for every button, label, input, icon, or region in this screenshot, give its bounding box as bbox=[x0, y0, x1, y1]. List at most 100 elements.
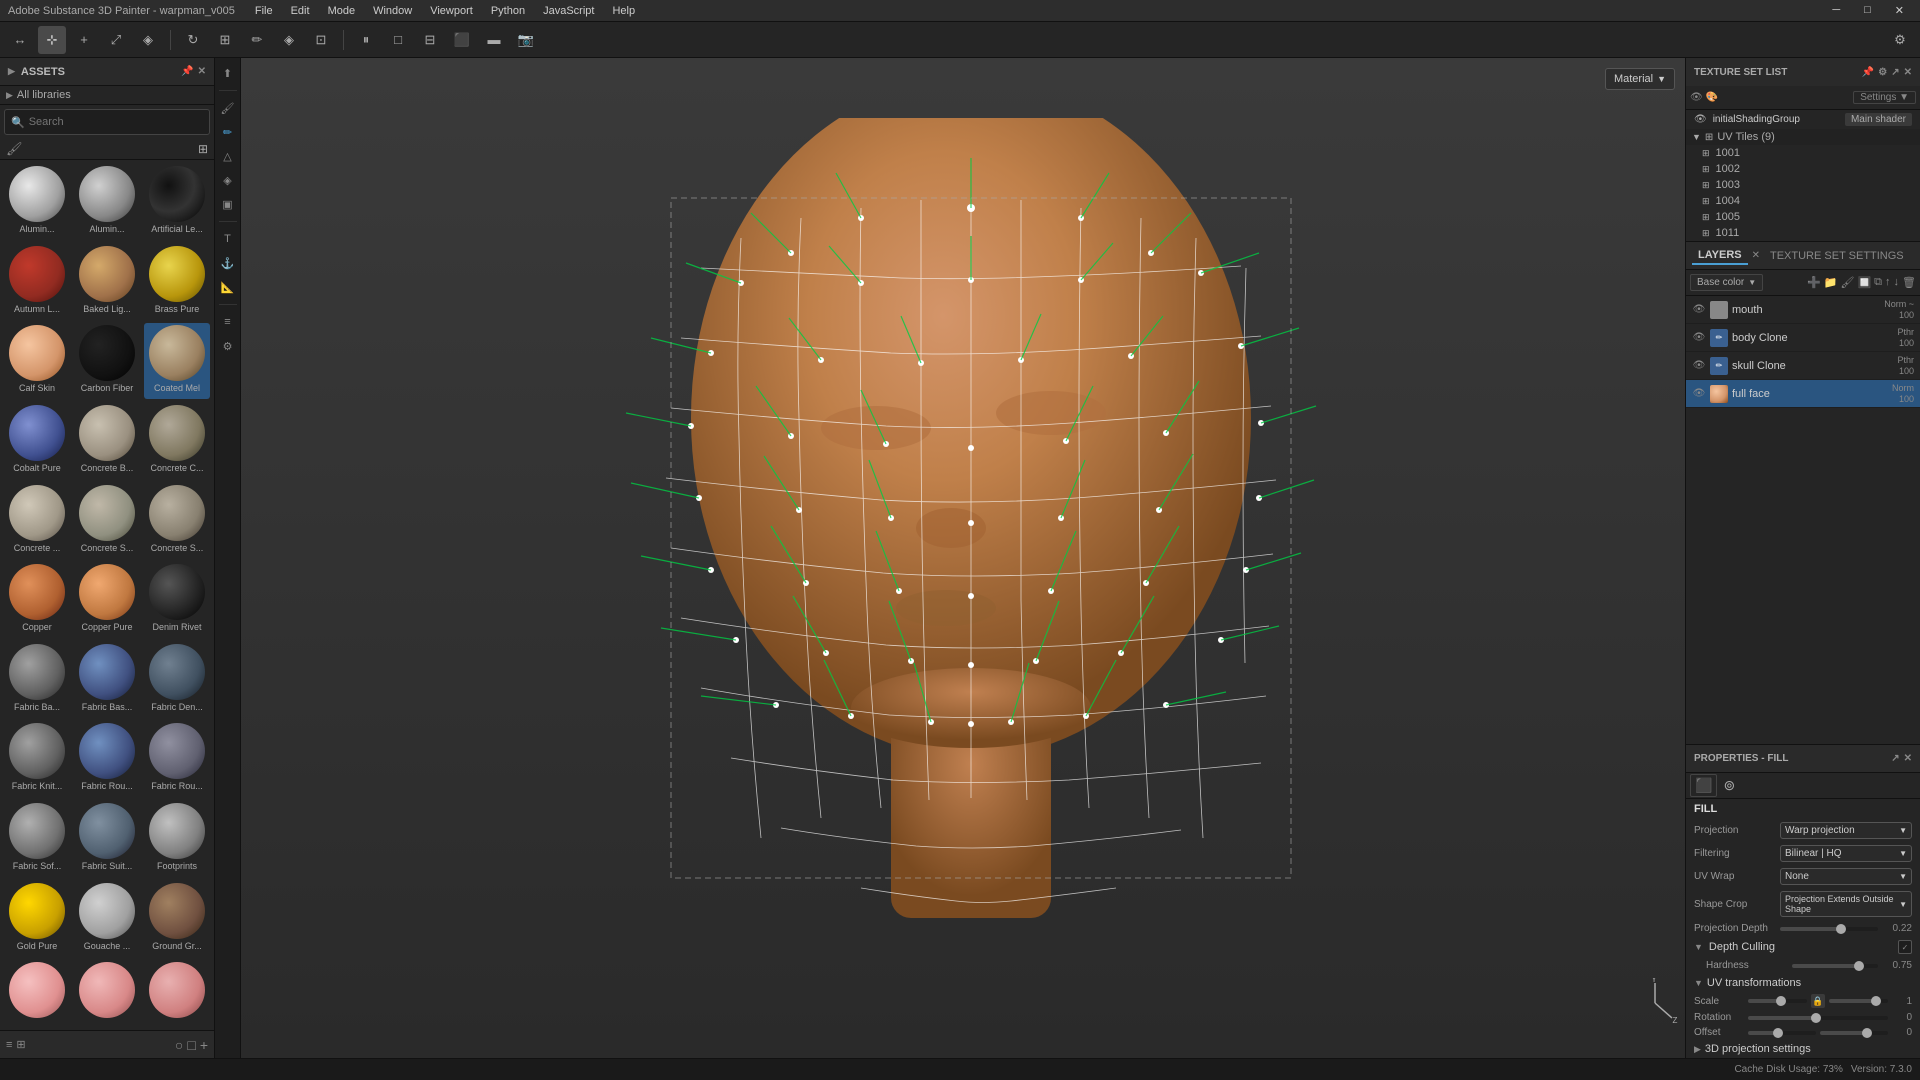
fill-tab-material[interactable]: ⬛ bbox=[1690, 774, 1717, 797]
material-item[interactable] bbox=[74, 960, 140, 1026]
tool-warp[interactable]: ⤢ bbox=[102, 26, 130, 54]
layer-skull-clone[interactable]: 👁 ✏ skull Clone Pthr 100 bbox=[1686, 352, 1920, 380]
tool-add[interactable]: + bbox=[70, 26, 98, 54]
material-item[interactable]: Copper bbox=[4, 562, 70, 638]
material-item-coatedmel[interactable]: Coated Mel bbox=[144, 323, 210, 399]
layer-down-icon[interactable]: ↓ bbox=[1894, 276, 1900, 289]
material-item[interactable] bbox=[4, 960, 70, 1026]
rotation-slider[interactable] bbox=[1748, 1016, 1888, 1020]
material-item[interactable]: Brass Pure bbox=[144, 244, 210, 320]
strip-anchor[interactable]: ⚓ bbox=[217, 252, 239, 274]
layer-folder-icon[interactable]: 📁 bbox=[1824, 276, 1838, 289]
material-item[interactable]: Concrete S... bbox=[74, 483, 140, 559]
strip-import[interactable]: ⬆ bbox=[217, 62, 239, 84]
material-item[interactable]: Concrete S... bbox=[144, 483, 210, 559]
scale-slider-y[interactable] bbox=[1829, 999, 1888, 1003]
material-item[interactable]: Cobalt Pure bbox=[4, 403, 70, 479]
material-item[interactable]: Fabric Ba... bbox=[4, 642, 70, 718]
menu-window[interactable]: Window bbox=[365, 3, 420, 19]
tool-settings[interactable]: ⚙ bbox=[1886, 26, 1914, 54]
assets-circle-view[interactable]: ○ bbox=[175, 1037, 183, 1053]
layer-fullface-eye[interactable]: 👁 bbox=[1692, 387, 1706, 401]
tsl-pin[interactable]: 📌 bbox=[1862, 67, 1874, 78]
material-item[interactable]: Artificial Le... bbox=[144, 164, 210, 240]
assets-list-view[interactable]: ≡ bbox=[6, 1039, 12, 1051]
menu-viewport[interactable]: Viewport bbox=[422, 3, 481, 19]
strip-text[interactable]: T bbox=[217, 228, 239, 250]
menu-edit[interactable]: Edit bbox=[283, 3, 318, 19]
material-item[interactable]: Fabric Rou... bbox=[144, 721, 210, 797]
material-item[interactable]: Alumin... bbox=[4, 164, 70, 240]
material-item[interactable]: Carbon Fiber bbox=[74, 323, 140, 399]
layer-delete-icon[interactable]: 🗑 bbox=[1902, 276, 1916, 289]
material-item[interactable]: Ground Gr... bbox=[144, 881, 210, 957]
material-item[interactable]: Fabric Rou... bbox=[74, 721, 140, 797]
uvwrap-dropdown[interactable]: None ▼ bbox=[1780, 868, 1912, 885]
assets-grid-view[interactable]: ⊞ bbox=[16, 1038, 25, 1051]
scale-lock[interactable]: 🔒 bbox=[1811, 994, 1825, 1008]
material-item[interactable]: Fabric Knit... bbox=[4, 721, 70, 797]
tsl-tile-1004[interactable]: ⊞ 1004 bbox=[1686, 193, 1920, 209]
strip-measure[interactable]: 📐 bbox=[217, 276, 239, 298]
strip-paint[interactable]: 🖌 bbox=[217, 97, 239, 119]
material-item[interactable]: Concrete ... bbox=[4, 483, 70, 559]
tool-paint[interactable]: ✏ bbox=[243, 26, 271, 54]
material-item[interactable]: Fabric Sof... bbox=[4, 801, 70, 877]
tool-erase[interactable]: ◈ bbox=[275, 26, 303, 54]
assets-icon-1[interactable]: 🖌 bbox=[6, 141, 23, 157]
material-item[interactable]: Denim Rivet bbox=[144, 562, 210, 638]
material-item[interactable]: Autumn L... bbox=[4, 244, 70, 320]
strip-smudge[interactable]: △ bbox=[217, 145, 239, 167]
tool-rotate[interactable]: ↻ bbox=[179, 26, 207, 54]
tool-something[interactable]: ◈ bbox=[134, 26, 162, 54]
tool-bake[interactable]: ⊡ bbox=[307, 26, 335, 54]
grid-view-icon[interactable]: ⊞ bbox=[198, 142, 208, 156]
projdepth-slider[interactable] bbox=[1780, 927, 1878, 931]
tool-select[interactable]: ↔ bbox=[6, 26, 34, 54]
layer-body-clone[interactable]: 👁 ✏ body Clone Pthr 100 bbox=[1686, 324, 1920, 352]
layer-full-face[interactable]: 👁 full face Norm 100 bbox=[1686, 380, 1920, 408]
tsl-settings[interactable]: ⚙ bbox=[1878, 67, 1887, 78]
layer-body-eye[interactable]: 👁 bbox=[1692, 331, 1706, 345]
material-item[interactable]: Calf Skin bbox=[4, 323, 70, 399]
menu-mode[interactable]: Mode bbox=[320, 3, 364, 19]
window-maximize[interactable]: □ bbox=[1856, 2, 1879, 19]
menu-file[interactable]: File bbox=[247, 3, 281, 19]
tsl-tile-1002[interactable]: ⊞ 1002 bbox=[1686, 161, 1920, 177]
material-item[interactable]: Fabric Suit... bbox=[74, 801, 140, 877]
layer-skull-eye[interactable]: 👁 bbox=[1692, 359, 1706, 373]
settings-label[interactable]: Settings ▼ bbox=[1853, 91, 1916, 104]
projection-dropdown[interactable]: Warp projection ▼ bbox=[1780, 822, 1912, 839]
menu-help[interactable]: Help bbox=[604, 3, 643, 19]
strip-fill[interactable]: ▣ bbox=[217, 193, 239, 215]
fill-tab-other[interactable]: ⊚ bbox=[1719, 775, 1739, 796]
tsl-uv-section[interactable]: ▼ ⊞ UV Tiles (9) bbox=[1686, 129, 1920, 145]
assets-expand-icon[interactable]: ▶ bbox=[8, 66, 15, 77]
tool-layer[interactable]: ⊟ bbox=[416, 26, 444, 54]
filtering-dropdown[interactable]: Bilinear | HQ ▼ bbox=[1780, 845, 1912, 862]
offset-slider-y[interactable] bbox=[1820, 1031, 1888, 1035]
filter-expand[interactable]: ▶ bbox=[6, 90, 13, 101]
tss-close-icon[interactable]: ✕ bbox=[1752, 250, 1760, 261]
tsl-tile-1005[interactable]: ⊞ 1005 bbox=[1686, 209, 1920, 225]
strip-clone[interactable]: ◈ bbox=[217, 169, 239, 191]
strip-props[interactable]: ⚙ bbox=[217, 335, 239, 357]
tool-3d[interactable]: ⬛ bbox=[448, 26, 476, 54]
shapecrop-dropdown[interactable]: Projection Extends Outside Shape ▼ bbox=[1780, 891, 1912, 917]
tool-2d[interactable]: ▬ bbox=[480, 26, 508, 54]
layers-tab-active[interactable]: LAYERS bbox=[1692, 247, 1748, 265]
tool-camera[interactable]: 📷 bbox=[512, 26, 540, 54]
tsl-eye-icon[interactable]: 👁 bbox=[1690, 92, 1703, 103]
material-item[interactable]: Copper Pure bbox=[74, 562, 140, 638]
layer-paint-icon[interactable]: 🖌 bbox=[1841, 276, 1855, 289]
material-item[interactable]: Concrete B... bbox=[74, 403, 140, 479]
strip-layers[interactable]: ≡ bbox=[217, 311, 239, 333]
assets-close-icon[interactable]: ✕ bbox=[198, 66, 206, 77]
search-input[interactable] bbox=[29, 116, 203, 128]
uv-transform-header[interactable]: ▼ UV transformations bbox=[1686, 974, 1920, 992]
layer-mouth-eye[interactable]: 👁 bbox=[1692, 303, 1706, 317]
tool-transform[interactable]: ⊹ bbox=[38, 26, 66, 54]
hardness-slider[interactable] bbox=[1792, 964, 1878, 968]
tsl-tile-1003[interactable]: ⊞ 1003 bbox=[1686, 177, 1920, 193]
material-item[interactable]: Footprints bbox=[144, 801, 210, 877]
